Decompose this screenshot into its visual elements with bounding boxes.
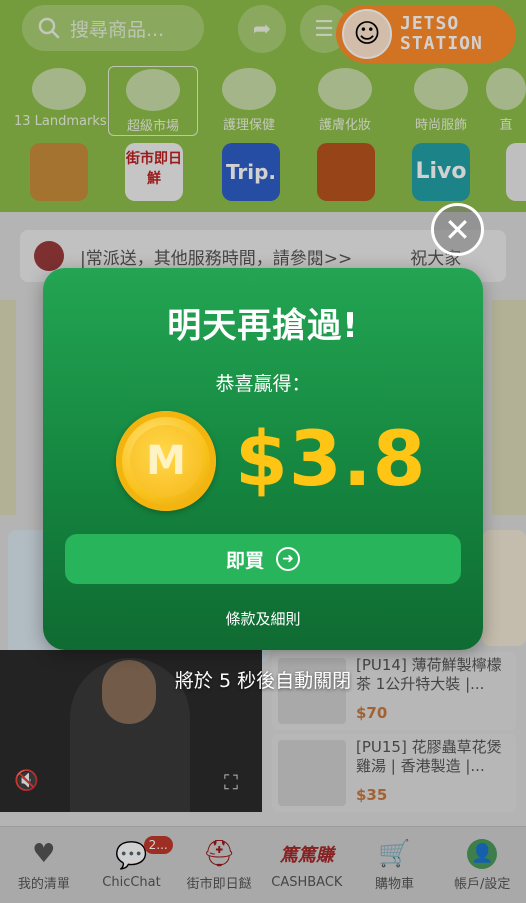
prize-amount: $3.8: [235, 414, 427, 503]
terms-link[interactable]: 條款及細則: [43, 608, 483, 629]
close-button[interactable]: ✕: [431, 203, 484, 256]
prize-modal: 明天再搶過! 恭喜贏得： M $3.8 即買 ➜ 條款及細則: [43, 268, 483, 650]
coin-icon: M: [116, 411, 216, 511]
close-icon: ✕: [444, 210, 471, 249]
arrow-right-icon: ➜: [276, 547, 300, 571]
buy-now-button[interactable]: 即買 ➜: [65, 534, 461, 584]
modal-title: 明天再搶過!: [167, 306, 359, 346]
buy-now-label: 即買: [225, 549, 264, 572]
modal-subtitle: 恭喜贏得：: [215, 373, 311, 395]
coin-letter: M: [130, 425, 202, 497]
auto-close-countdown: 將於 5 秒後自動關閉: [174, 670, 352, 692]
